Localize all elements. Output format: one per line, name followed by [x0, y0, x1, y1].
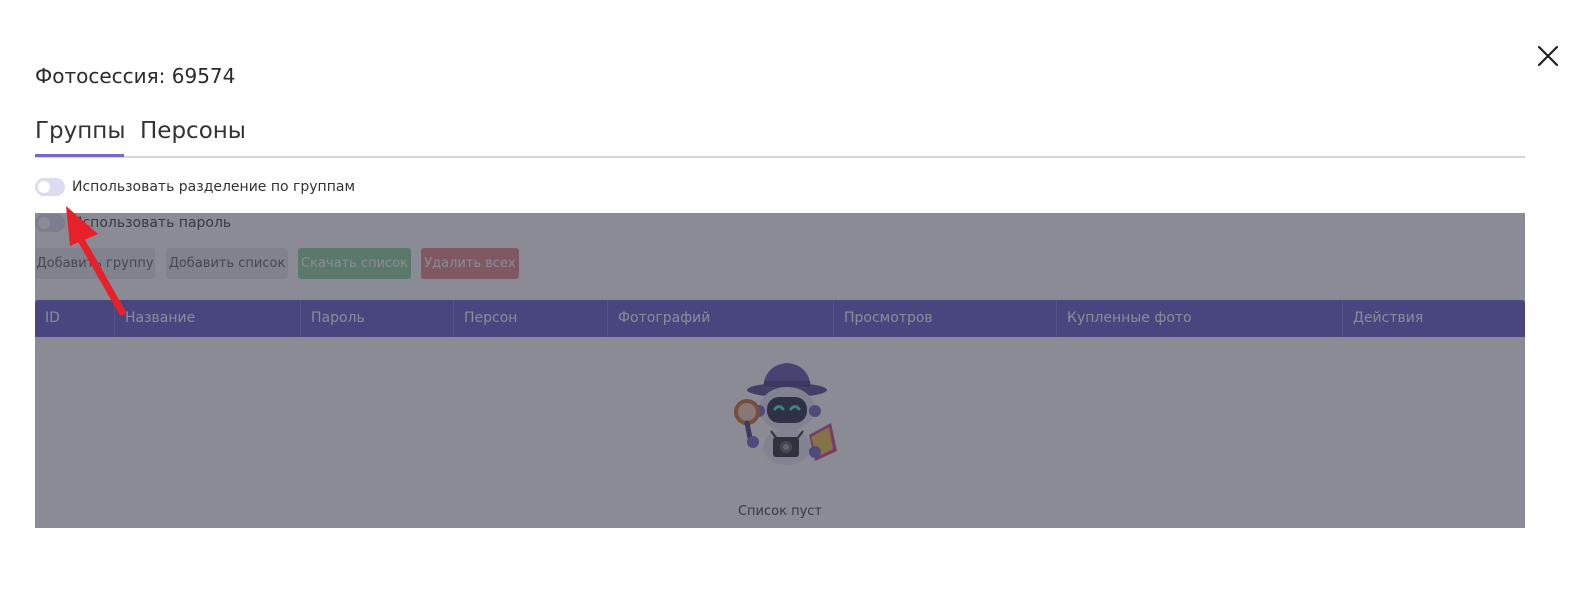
groups-split-toggle-row: Использовать разделение по группам [35, 176, 355, 198]
add-list-button[interactable]: Добавить список [166, 248, 288, 279]
password-toggle[interactable] [35, 214, 65, 232]
column-persons[interactable]: Персон [454, 300, 608, 337]
photosession-modal: Фотосессия: 69574 Группы Персоны Использ… [0, 0, 1580, 606]
active-tab-indicator [35, 154, 124, 157]
column-password[interactable]: Пароль [301, 300, 454, 337]
empty-state-text: Список пуст [737, 504, 823, 519]
tab-groups[interactable]: Группы [35, 118, 125, 152]
groups-split-toggle[interactable] [35, 178, 65, 196]
table-header: ID Название Пароль Персон Фотографий Про… [35, 300, 1525, 337]
empty-state: Список пуст [35, 337, 1525, 528]
column-id[interactable]: ID [35, 300, 115, 337]
column-actions[interactable]: Действия [1343, 300, 1525, 337]
column-name[interactable]: Название [115, 300, 301, 337]
close-icon [1537, 45, 1559, 67]
download-list-button[interactable]: Скачать список [298, 248, 411, 279]
password-toggle-row: Использовать пароль [35, 212, 231, 234]
column-views[interactable]: Просмотров [834, 300, 1057, 337]
groups-split-label: Использовать разделение по группам [72, 179, 356, 195]
tab-persons[interactable]: Персоны [140, 118, 246, 144]
modal-title: Фотосессия: 69574 [35, 64, 236, 88]
delete-all-button[interactable]: Удалить всех [421, 248, 519, 279]
password-label: Использовать пароль [72, 215, 232, 231]
tabs-bar: Группы Персоны [35, 118, 1525, 158]
column-photos[interactable]: Фотографий [608, 300, 834, 337]
detective-robot-icon [734, 363, 837, 465]
close-button[interactable] [1536, 44, 1560, 68]
column-purchased-photos[interactable]: Купленные фото [1057, 300, 1343, 337]
add-group-button[interactable]: Добавить группу [35, 248, 155, 279]
